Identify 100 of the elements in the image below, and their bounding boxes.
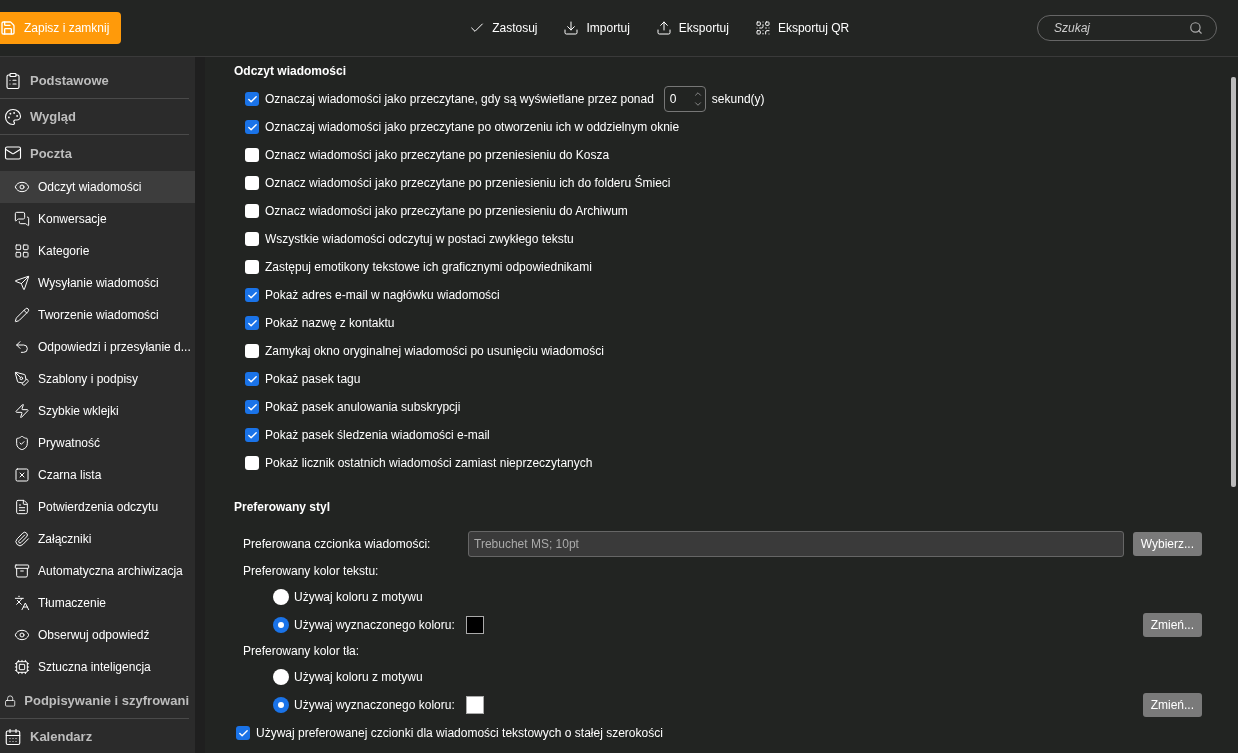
section-label: Kalendarz [30,729,93,744]
scrollbar-thumb[interactable] [1230,77,1236,487]
sidebar-item[interactable]: Czarna lista [0,459,195,491]
sidebar-item[interactable]: Konwersacje [0,203,195,235]
upload-icon [655,20,672,36]
search-field[interactable]: Szukaj [1037,15,1217,41]
checkbox[interactable] [245,260,259,274]
item-label: Sztuczna inteligencja [38,660,151,674]
checkbox[interactable] [245,316,259,330]
download-icon [563,20,580,36]
sidebar-item[interactable]: Załączniki [0,523,195,555]
option-label: Używaj wyznaczonego koloru: [294,698,455,712]
option-label: Używaj preferowanej czcionki dla wiadomości tekstowych o stałej szerokości [256,726,663,740]
item-label: Obserwuj odpowiedź [38,628,150,642]
section-label: Podpisywanie i szyfrowani [24,693,189,708]
toolbar-button[interactable]: Zastosuj [467,18,540,38]
sidebar-item[interactable]: Szablony i podpisy [0,363,195,395]
option-label: Oznacz wiadomości jako przeczytane po przeniesieniu ich do folderu Śmieci [265,176,671,190]
item-label: Automatyczna archiwizacja [38,564,183,578]
toolbar-button[interactable]: Importuj [561,18,632,38]
unit-label: sekund(y) [711,92,765,106]
archive-box-icon [14,563,30,579]
eye-icon [14,179,30,195]
change-button[interactable]: Zmień... [1142,693,1202,717]
sidebar-item[interactable]: Szybkie wklejki [0,395,195,427]
qr-code-icon [754,20,771,36]
palette-icon [4,107,22,126]
sidebar-item[interactable]: Tłumaczenie [0,587,195,619]
sidebar-item[interactable]: Kategorie [0,235,195,267]
checkbox[interactable] [245,400,259,414]
reply-arrow-icon [14,339,30,355]
paper-plane-icon [14,275,30,291]
sidebar-section[interactable]: Podstawowe [0,63,189,99]
sidebar-item[interactable]: Odpowiedzi i przesyłanie d... [0,331,195,363]
sidebar-section[interactable]: Podpisywanie i szyfrowani [0,683,189,719]
checkbox[interactable] [245,148,259,162]
checkbox[interactable] [245,92,259,106]
checkbox[interactable] [245,344,259,358]
chip-icon [14,659,30,675]
checkbox[interactable] [245,120,259,134]
checkbox[interactable] [245,456,259,470]
sidebar-item[interactable]: Wysyłanie wiadomości [0,267,195,299]
sidebar-item[interactable]: Potwierdzenia odczytu [0,491,195,523]
item-label: Załączniki [38,532,92,546]
section-label: Poczta [30,145,72,161]
grid-icon [14,243,30,259]
section-heading: Preferowany styl [234,499,332,516]
sidebar-item[interactable]: Automatyczna archiwizacja [0,555,195,587]
document-icon [14,499,30,515]
sidebar-section[interactable]: Kalendarz [0,719,189,753]
option-label: Pokaż nazwę z kontaktu [265,316,395,330]
eye-icon [14,627,30,643]
shield-icon [14,435,30,451]
item-label: Szybkie wklejki [38,404,119,418]
radio-button[interactable] [273,589,289,605]
option-label: Oznaczaj wiadomości jako przeczytane, gdy są wyświetlane przez ponad [265,92,654,106]
section-heading: Odczyt wiadomości [234,63,348,80]
font-field[interactable]: Trebuchet MS; 10pt [468,531,1124,557]
sidebar-item[interactable]: Tworzenie wiadomości [0,299,195,331]
spinner-value: 0 [669,92,677,106]
group-label: Preferowany kolor tła: [243,644,360,658]
checkbox[interactable] [245,288,259,302]
checkbox[interactable] [245,176,259,190]
change-button[interactable]: Zmień... [1142,613,1202,637]
item-label: Wysyłanie wiadomości [38,276,159,290]
toolbar-button[interactable]: Eksportuj [653,18,731,38]
radio-button[interactable] [273,697,289,713]
option-label: Oznaczaj wiadomości jako przeczytane po otworzeniu ich w oddzielnym oknie [265,120,680,134]
checkbox[interactable] [245,204,259,218]
clipboard-icon [4,71,22,90]
sidebar-item[interactable]: Obserwuj odpowiedź [0,619,195,651]
option-label: Używaj koloru z motywu [294,590,423,604]
sidebar-item[interactable]: Prywatność [0,427,195,459]
pencil-icon [14,307,30,323]
sidebar-item[interactable]: Sztuczna inteligencja [0,651,195,683]
color-swatch[interactable] [465,616,484,634]
option-label: Zamykaj okno oryginalnej wiadomości po usunięciu wiadomości [265,344,604,358]
option-label: Używaj koloru z motywu [294,670,423,684]
checkbox[interactable] [245,372,259,386]
sidebar-item[interactable]: Odczyt wiadomości [0,171,195,203]
toolbar-button[interactable]: Eksportuj QR [752,18,852,38]
option-label: Oznacz wiadomości jako przeczytane po przeniesieniu do Archiwum [265,204,628,218]
option-label: Pokaż pasek tagu [265,372,361,386]
checkbox[interactable] [245,232,259,246]
checkbox[interactable] [236,726,250,740]
option-label: Pokaż adres e-mail w nagłówku wiadomości [265,288,500,302]
section-label: Wygląd [30,109,76,124]
item-label: Odpowiedzi i przesyłanie d... [38,340,191,354]
item-label: Konwersacje [38,212,107,226]
checkbox[interactable] [245,428,259,442]
sidebar-section[interactable]: Poczta [0,135,189,171]
sidebar-section[interactable]: Wygląd [0,99,189,135]
radio-button[interactable] [273,617,289,633]
number-spinner[interactable]: 0 [663,86,706,112]
choose-button[interactable]: Wybierz... [1132,532,1202,556]
item-label: Prywatność [38,436,101,450]
radio-button[interactable] [273,669,289,685]
color-swatch[interactable] [465,696,484,714]
option-label: Wszystkie wiadomości odczytuj w postaci zwykłego tekstu [265,232,574,246]
field-label: Preferowana czcionka wiadomości: [243,537,432,551]
